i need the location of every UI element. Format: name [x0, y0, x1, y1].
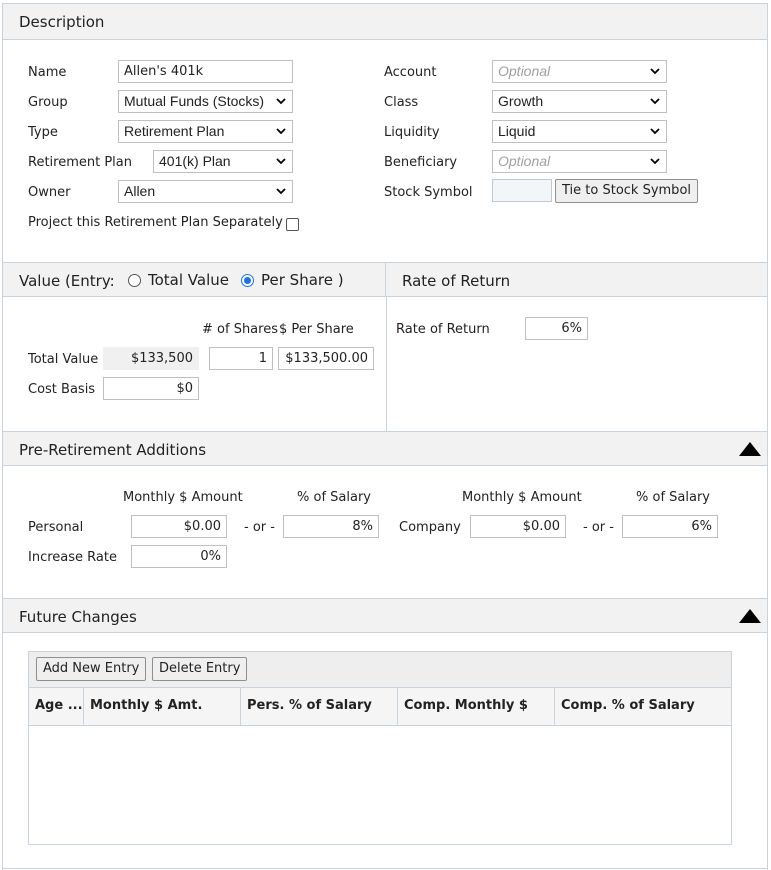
personal-percent-input[interactable]: 8%: [283, 515, 379, 538]
type-label: Type: [28, 125, 58, 140]
personal-monthly-header: Monthly $ Amount: [123, 490, 243, 505]
group-label: Group: [28, 95, 68, 110]
future-changes-title: Future Changes: [19, 608, 137, 626]
account-select[interactable]: Optional: [492, 60, 667, 83]
chevron-down-icon: [276, 158, 286, 165]
pre-retirement-header: Pre-Retirement Additions: [3, 431, 767, 466]
pane-divider: [386, 297, 387, 431]
beneficiary-placeholder: Optional: [498, 153, 551, 169]
chevron-down-icon: [650, 68, 660, 75]
personal-or-text: - or -: [244, 520, 275, 535]
cost-basis-label: Cost Basis: [28, 382, 96, 397]
per-share-radio[interactable]: [241, 274, 254, 287]
chevron-down-icon: [650, 98, 660, 105]
add-new-entry-button[interactable]: Add New Entry: [36, 657, 147, 681]
rate-of-return-input[interactable]: 6%: [525, 317, 588, 340]
total-value-readout: $133,500: [103, 347, 199, 370]
bottom-divider: [3, 868, 767, 869]
stock-symbol-label: Stock Symbol: [384, 185, 473, 200]
increase-rate-label: Increase Rate: [28, 550, 117, 565]
retirement-plan-select[interactable]: 401(k) Plan: [153, 150, 293, 173]
beneficiary-label: Beneficiary: [384, 155, 458, 170]
group-select-value: Mutual Funds (Stocks): [124, 93, 265, 109]
project-separately-checkbox[interactable]: [286, 218, 299, 231]
column-header-comp-monthly[interactable]: Comp. Monthly $: [398, 688, 555, 725]
company-label: Company: [399, 520, 461, 535]
company-monthly-input[interactable]: $0.00: [470, 515, 566, 538]
shares-header: # of Shares: [202, 322, 278, 337]
liquidity-select[interactable]: Liquid: [492, 120, 667, 143]
future-changes-header: Future Changes: [3, 598, 767, 633]
stock-symbol-input[interactable]: [492, 179, 552, 202]
account-label: Account: [384, 65, 437, 80]
shares-input[interactable]: 1: [209, 347, 273, 370]
per-share-header: $ Per Share: [279, 322, 354, 337]
future-changes-grid: Add New Entry Delete Entry Age ... Month…: [28, 651, 732, 845]
description-header: Description: [3, 4, 767, 40]
column-header-pers-percent[interactable]: Pers. % of Salary: [241, 688, 398, 725]
type-select-value: Retirement Plan: [124, 123, 225, 139]
rate-of-return-label: Rate of Return: [396, 322, 490, 337]
triangle-up-icon[interactable]: [739, 442, 761, 456]
company-percent-input[interactable]: 6%: [622, 515, 718, 538]
grid-toolbar: Add New Entry Delete Entry: [29, 652, 731, 688]
delete-entry-button[interactable]: Delete Entry: [152, 657, 248, 681]
retirement-plan-select-value: 401(k) Plan: [159, 153, 231, 169]
chevron-down-icon: [650, 158, 660, 165]
cost-basis-input[interactable]: $0: [103, 377, 199, 400]
company-monthly-header: Monthly $ Amount: [462, 490, 582, 505]
name-label: Name: [28, 65, 67, 80]
column-header-monthly-amt[interactable]: Monthly $ Amt.: [84, 688, 241, 725]
chevron-down-icon: [276, 98, 286, 105]
rate-of-return-header: Rate of Return: [386, 262, 767, 297]
type-select[interactable]: Retirement Plan: [118, 120, 293, 143]
chevron-down-icon: [276, 128, 286, 135]
owner-label: Owner: [28, 185, 71, 200]
total-value-option-label: Total Value: [148, 271, 229, 289]
owner-select-value: Allen: [124, 183, 156, 199]
personal-label: Personal: [28, 520, 84, 535]
account-placeholder: Optional: [498, 63, 551, 79]
tie-to-stock-symbol-button[interactable]: Tie to Stock Symbol: [555, 179, 699, 203]
per-share-option-label: Per Share ): [261, 271, 344, 289]
chevron-down-icon: [276, 188, 286, 195]
name-input[interactable]: Allen's 401k: [118, 60, 293, 83]
per-share-input[interactable]: $133,500.00: [278, 347, 374, 370]
rate-of-return-title: Rate of Return: [402, 272, 511, 290]
grid-header-row: Age ... Monthly $ Amt. Pers. % of Salary…: [29, 688, 731, 726]
pre-retirement-title: Pre-Retirement Additions: [19, 441, 207, 459]
column-header-comp-percent[interactable]: Comp. % of Salary: [555, 688, 731, 725]
beneficiary-select[interactable]: Optional: [492, 150, 667, 173]
personal-percent-header: % of Salary: [297, 490, 371, 505]
liquidity-select-value: Liquid: [498, 123, 536, 139]
description-title: Description: [19, 13, 105, 31]
company-or-text: - or -: [583, 520, 614, 535]
project-separately-label: Project this Retirement Plan Separately: [28, 215, 283, 230]
class-label: Class: [384, 95, 419, 110]
triangle-up-icon[interactable]: [739, 609, 761, 623]
column-header-age[interactable]: Age ...: [29, 688, 84, 725]
chevron-down-icon: [650, 128, 660, 135]
total-value-radio[interactable]: [128, 274, 141, 287]
increase-rate-input[interactable]: 0%: [131, 545, 227, 568]
class-select[interactable]: Growth: [492, 90, 667, 113]
group-select[interactable]: Mutual Funds (Stocks): [118, 90, 293, 113]
asset-editor-frame: Description Name Allen's 401k Group Mutu…: [2, 3, 768, 870]
liquidity-label: Liquidity: [384, 125, 440, 140]
value-title-prefix: Value (Entry:: [19, 272, 115, 290]
personal-monthly-input[interactable]: $0.00: [131, 515, 227, 538]
retirement-plan-label: Retirement Plan: [28, 155, 132, 170]
owner-select[interactable]: Allen: [118, 180, 293, 203]
class-select-value: Growth: [498, 93, 544, 109]
total-value-label: Total Value: [28, 352, 99, 367]
company-percent-header: % of Salary: [636, 490, 710, 505]
